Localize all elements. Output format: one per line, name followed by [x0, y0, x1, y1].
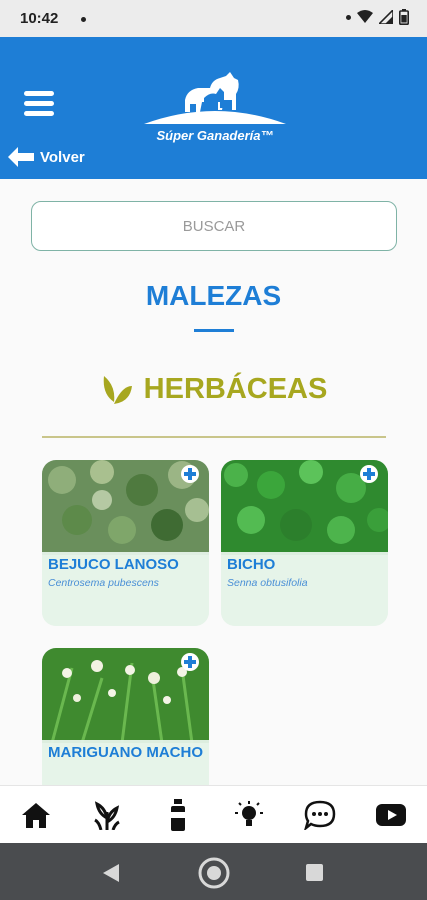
nav-weeds[interactable]: [87, 795, 127, 835]
status-icons: [346, 9, 409, 25]
home-circle-icon[interactable]: [197, 856, 231, 890]
page-title: MALEZAS: [145, 280, 282, 311]
search-input[interactable]: BUSCAR: [31, 201, 397, 251]
weeds-icon: [93, 800, 120, 830]
recents-square-icon[interactable]: [306, 864, 323, 881]
category-divider: [42, 436, 386, 438]
back-button[interactable]: Volver: [6, 144, 85, 170]
arrow-left-icon: [8, 147, 34, 167]
battery-icon: [399, 9, 409, 25]
bottom-nav: [0, 785, 427, 843]
nav-youtube[interactable]: [371, 795, 411, 835]
category-header: HERBÁCEAS: [0, 372, 427, 406]
category-label: HERBÁCEAS: [143, 372, 328, 405]
add-icon[interactable]: [360, 465, 378, 483]
card-name: MARIGUANO MACHO: [48, 744, 203, 761]
title-underline: [194, 329, 234, 332]
system-nav-bar: [0, 843, 427, 900]
home-icon: [21, 802, 50, 828]
wifi-icon: [357, 10, 373, 23]
card-name: BICHO: [227, 556, 276, 573]
add-icon[interactable]: [181, 653, 199, 671]
weed-card-mariguano-macho[interactable]: MARIGUANO MACHO: [42, 648, 209, 785]
nav-products[interactable]: [158, 795, 198, 835]
cattle-logo-icon: [144, 72, 286, 124]
status-time: 10:42: [20, 10, 59, 27]
search-placeholder: BUSCAR: [182, 217, 246, 235]
lightbulb-icon: [235, 800, 264, 826]
weed-card-bicho[interactable]: BICHO Senna obtusifolia: [221, 460, 388, 626]
brand-name: Súper Ganadería™: [156, 128, 274, 143]
add-icon[interactable]: [181, 465, 199, 483]
notification-dot-icon: [81, 17, 86, 22]
brand-logo: Súper Ganadería™: [140, 68, 290, 148]
nav-chat[interactable]: [300, 795, 340, 835]
youtube-icon: [376, 803, 407, 826]
nav-home[interactable]: [16, 795, 56, 835]
back-label: Volver: [40, 148, 85, 166]
leaves-icon: [103, 376, 132, 404]
card-name: BEJUCO LANOSO: [48, 556, 179, 573]
weed-card-bejuco-lanoso[interactable]: BEJUCO LANOSO Centrosema pubescens: [42, 460, 209, 626]
menu-icon[interactable]: [24, 91, 56, 119]
card-scientific-name: Senna obtusifolia: [227, 577, 308, 589]
chat-icon: [304, 800, 336, 830]
signal-icon: [379, 10, 393, 24]
card-scientific-name: Centrosema pubescens: [48, 577, 159, 589]
card-info: BEJUCO LANOSO Centrosema pubescens: [42, 552, 209, 626]
card-info: MARIGUANO MACHO: [42, 740, 209, 785]
nav-tips[interactable]: [229, 795, 269, 835]
back-triangle-icon[interactable]: [102, 863, 120, 883]
card-info: BICHO Senna obtusifolia: [221, 552, 388, 626]
status-bar: 10:42: [0, 0, 427, 37]
notification-dot-icon: [346, 14, 351, 20]
product-bottle-icon: [170, 798, 185, 831]
